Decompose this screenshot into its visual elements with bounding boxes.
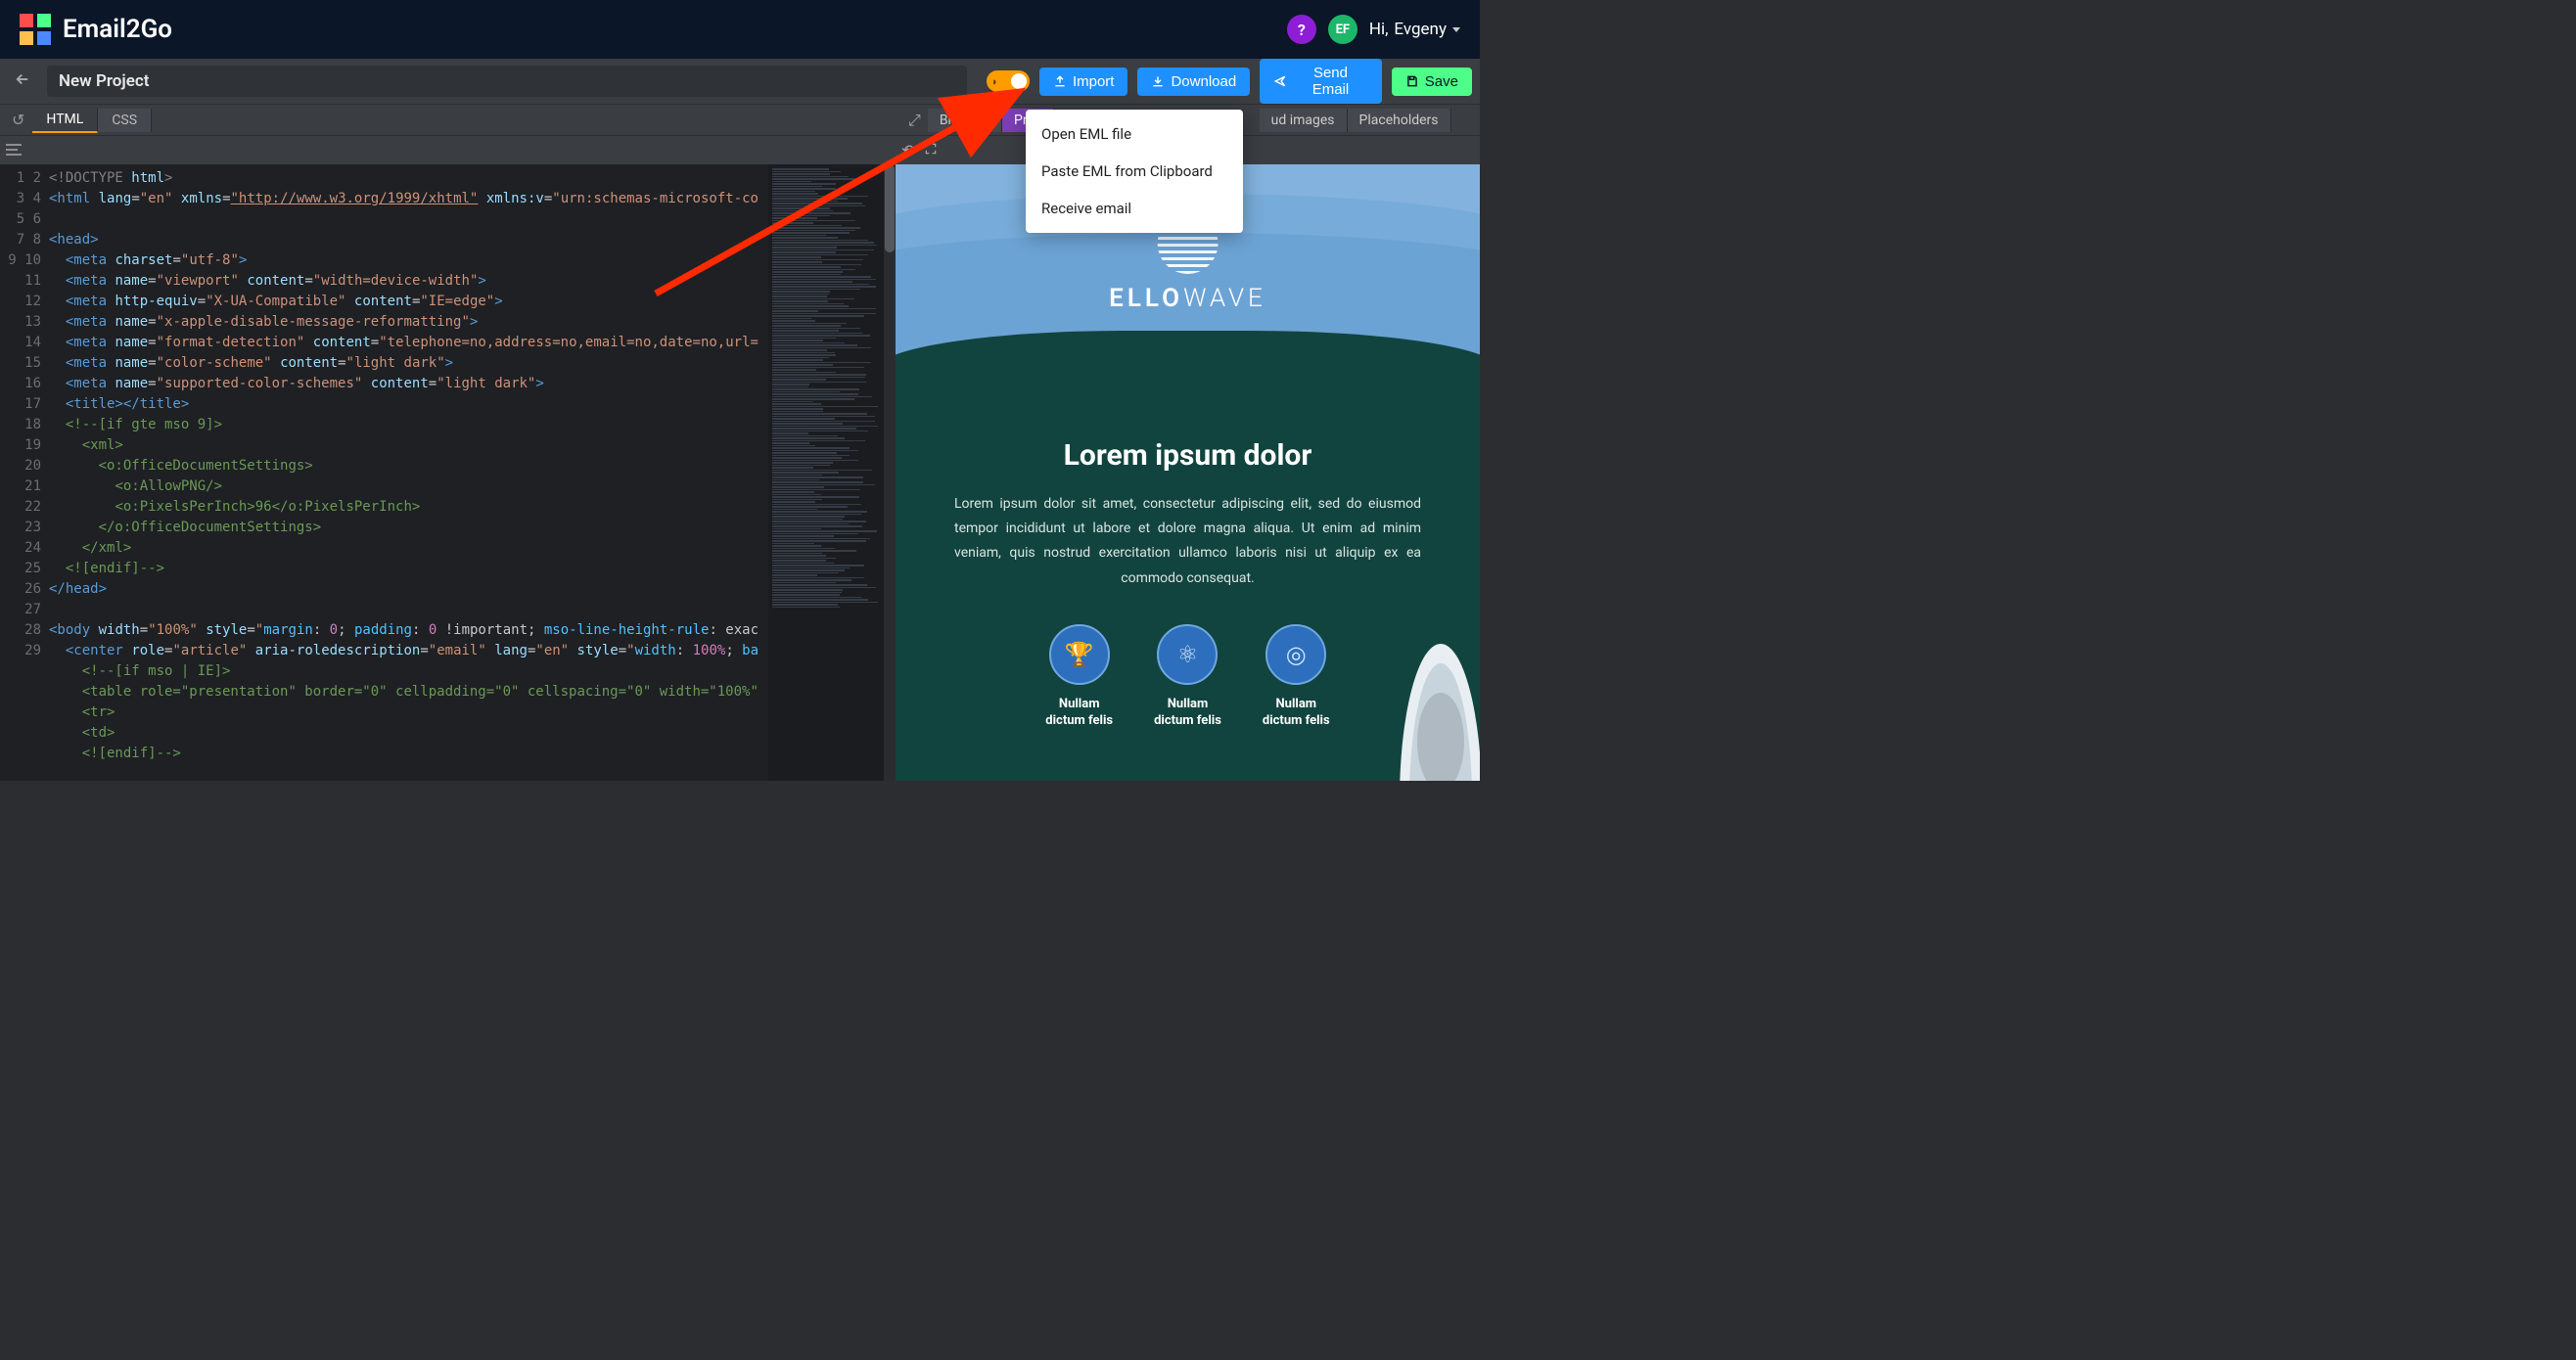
brand[interactable]: Email2Go xyxy=(20,14,172,45)
chevron-down-icon xyxy=(1452,27,1460,32)
history-icon[interactable]: ↺ xyxy=(4,111,32,129)
top-nav-bar: Email2Go ? EF Hi, Evgeny xyxy=(0,0,1480,59)
email-preview: ELLOWAVE Lorem ipsum dolor Lorem ipsum d… xyxy=(896,164,1480,781)
tab-placeholders[interactable]: Placeholders xyxy=(1348,109,1451,132)
tab-browser[interactable]: Browser xyxy=(928,109,1002,132)
format-icon[interactable] xyxy=(6,141,22,159)
tab-css[interactable]: CSS xyxy=(98,109,152,132)
feature-icon-0: 🏆 xyxy=(1049,624,1110,685)
send-email-button[interactable]: Send Email xyxy=(1260,59,1382,104)
project-toolbar: New Project ◗ Import Download Send Email… xyxy=(0,59,1480,104)
editor-secondary-toolbar xyxy=(0,135,896,164)
import-button[interactable]: Import xyxy=(1039,68,1128,96)
preview-body-text: Lorem ipsum dolor sit amet, consectetur … xyxy=(954,492,1421,591)
user-avatar[interactable]: EF xyxy=(1328,15,1357,44)
save-button[interactable]: Save xyxy=(1392,68,1472,96)
editor-tabs: ↺ HTML CSS xyxy=(0,104,896,135)
expand-icon[interactable]: ⤢ xyxy=(901,111,928,130)
brand-logo-icon xyxy=(20,14,51,45)
feature-icon-2: ◎ xyxy=(1265,624,1326,685)
download-button[interactable]: Download xyxy=(1137,68,1250,96)
scrollbar[interactable] xyxy=(884,164,896,781)
send-icon xyxy=(1273,74,1287,88)
download-icon xyxy=(1151,74,1165,88)
tab-cloud-images[interactable]: ud images xyxy=(1260,109,1348,132)
dropdown-item-receive-email[interactable]: Receive email xyxy=(1026,190,1243,227)
line-gutter: 1 2 3 4 5 6 7 8 9 10 11 12 13 14 15 16 1… xyxy=(0,164,49,781)
dropdown-item-paste-eml[interactable]: Paste EML from Clipboard xyxy=(1026,153,1243,190)
feature-1: ⚛ Nullamdictum felis xyxy=(1154,624,1221,730)
dropdown-item-open-eml[interactable]: Open EML file xyxy=(1026,115,1243,153)
theme-toggle[interactable]: ◗ xyxy=(987,70,1030,92)
tab-html[interactable]: HTML xyxy=(32,108,98,133)
help-button[interactable]: ? xyxy=(1287,15,1316,44)
feature-0: 🏆 Nullamdictum felis xyxy=(1045,624,1113,730)
code-content[interactable]: <!DOCTYPE html> <html lang="en" xmlns="h… xyxy=(49,164,768,781)
feature-2: ◎ Nullamdictum felis xyxy=(1263,624,1330,730)
boat-image xyxy=(1392,634,1480,781)
back-button[interactable] xyxy=(8,70,37,92)
import-dropdown: Open EML file Paste EML from Clipboard R… xyxy=(1026,110,1243,233)
fullscreen-icon[interactable] xyxy=(924,141,938,159)
code-minimap[interactable] xyxy=(768,164,896,781)
code-editor[interactable]: 1 2 3 4 5 6 7 8 9 10 11 12 13 14 15 16 1… xyxy=(0,164,896,781)
project-name-input[interactable]: New Project xyxy=(47,66,967,97)
moon-icon: ◗ xyxy=(991,75,998,88)
save-icon xyxy=(1405,74,1419,88)
brand-text: Email2Go xyxy=(63,15,172,44)
feature-icon-1: ⚛ xyxy=(1157,624,1218,685)
user-greeting[interactable]: Hi, Evgeny xyxy=(1369,20,1460,39)
upload-icon xyxy=(1053,74,1067,88)
preview-heading: Lorem ipsum dolor xyxy=(954,438,1421,473)
refresh-icon[interactable]: ⟲ xyxy=(901,141,914,159)
scrollbar-thumb[interactable] xyxy=(885,164,895,252)
